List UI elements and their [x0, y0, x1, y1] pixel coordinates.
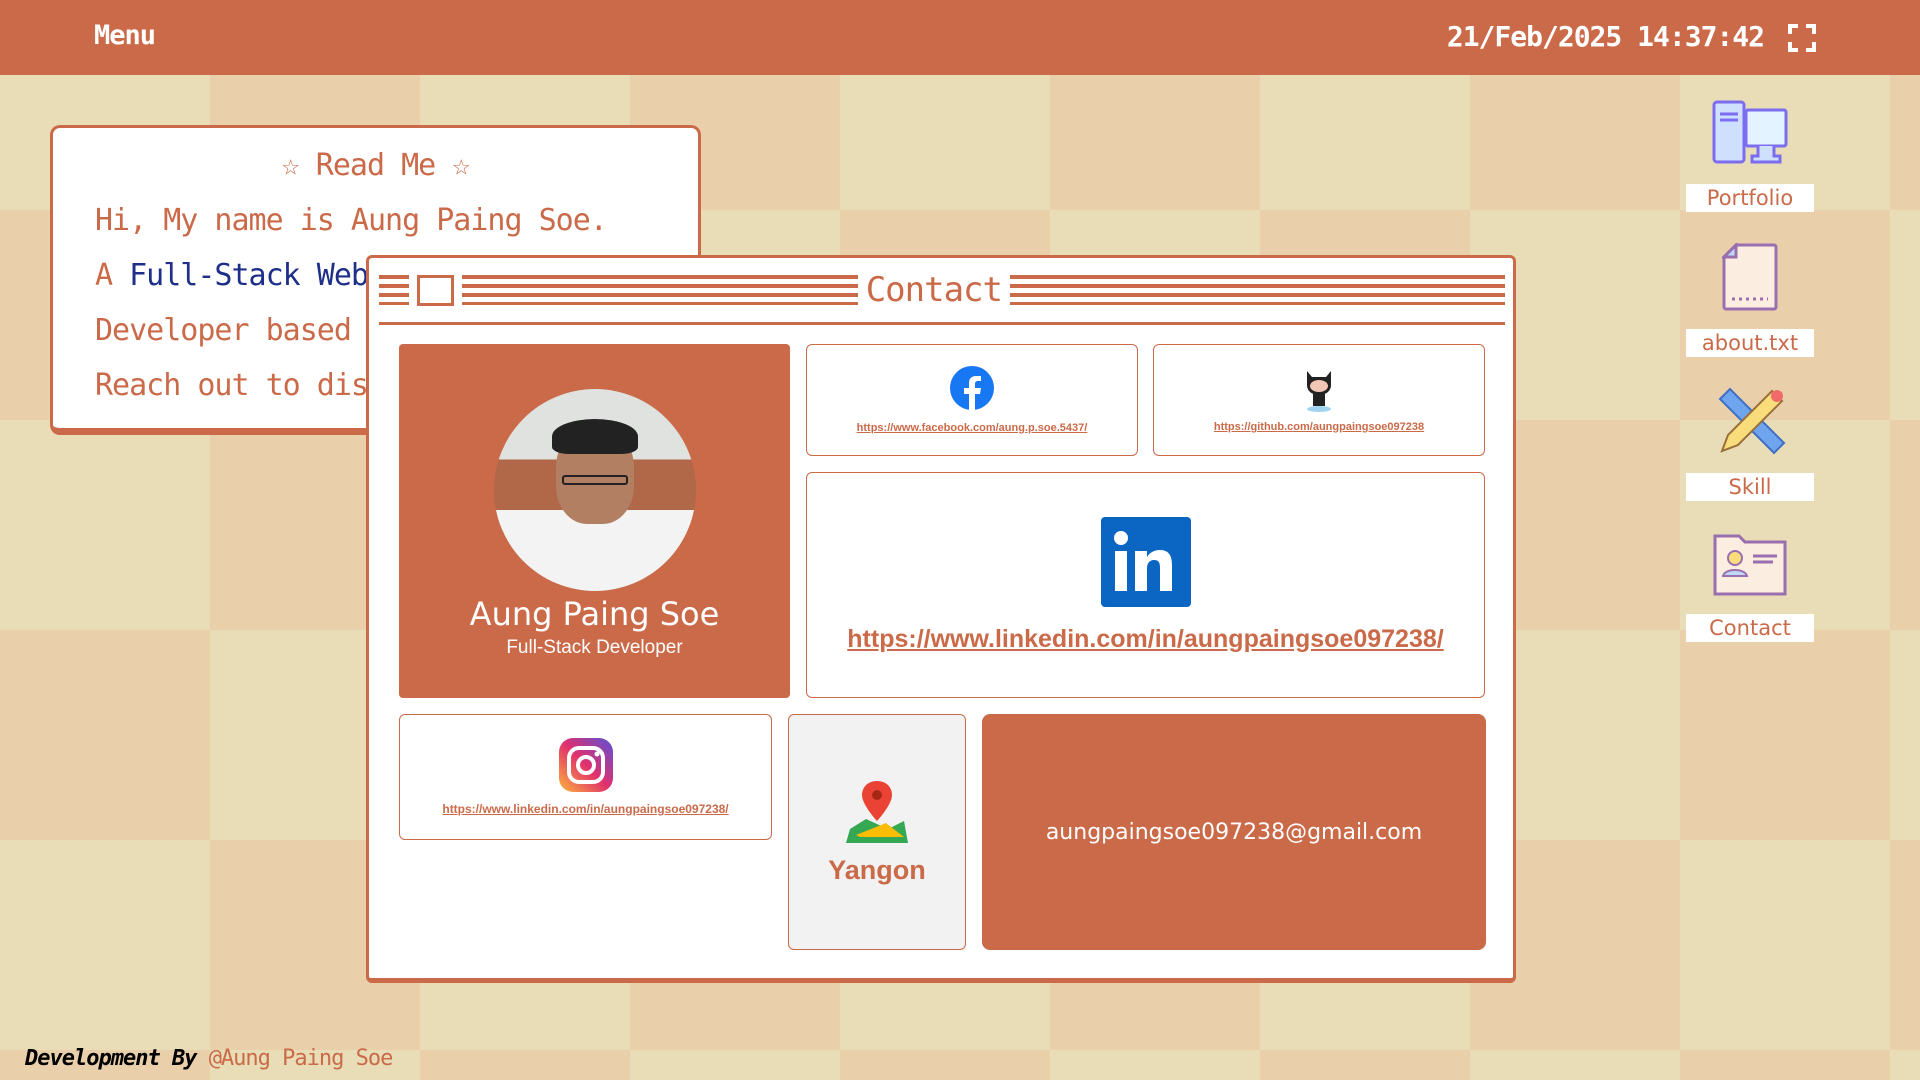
- github-octocat-icon: [1307, 371, 1331, 412]
- email-address[interactable]: aungpaingsoe097238@gmail.com: [1046, 820, 1422, 845]
- desktop-icon-label: Skill: [1686, 473, 1814, 501]
- instagram-card[interactable]: https://www.linkedin.com/in/aungpaingsoe…: [399, 714, 772, 840]
- desktop-icon-label: Portfolio: [1686, 184, 1814, 212]
- github-link[interactable]: https://github.com/aungpaingsoe097238: [1214, 421, 1424, 433]
- facebook-icon: [950, 366, 994, 410]
- email-card[interactable]: aungpaingsoe097238@gmail.com: [982, 714, 1486, 950]
- readme-line-prefix: A: [95, 258, 130, 293]
- profile-name: Aung Paing Soe: [469, 595, 720, 633]
- desktop-icon-label: about.txt: [1686, 329, 1814, 357]
- profile-card: Aung Paing Soe Full-Stack Developer: [399, 344, 790, 698]
- readme-title: ☆ Read Me ☆: [53, 148, 698, 183]
- maximize-button[interactable]: [417, 274, 454, 306]
- location-card[interactable]: Yangon: [788, 714, 966, 950]
- location-label: Yangon: [828, 854, 926, 885]
- linkedin-card[interactable]: https://www.linkedin.com/in/aungpaingsoe…: [806, 472, 1485, 698]
- ruler-pencil-icon: [1718, 387, 1786, 455]
- readme-title-text: Read Me: [315, 148, 436, 183]
- footer-author-link[interactable]: @Aung Paing Soe: [209, 1046, 394, 1071]
- profile-role: Full-Stack Developer: [506, 637, 683, 658]
- contact-card-icon: [1713, 534, 1787, 596]
- linkedin-link[interactable]: https://www.linkedin.com/in/aungpaingsoe…: [847, 625, 1443, 654]
- computer-icon: [1712, 100, 1788, 164]
- desktop-icon-skill[interactable]: Skill: [1686, 387, 1814, 501]
- footer-credit: Development By @Aung Paing Soe: [25, 1046, 394, 1071]
- instagram-icon: [558, 738, 613, 792]
- title-stripes: [1010, 275, 1505, 305]
- map-pin-icon: [846, 780, 908, 843]
- readme-highlight: Full-Stack Web: [129, 258, 369, 293]
- divider: [379, 322, 1505, 325]
- title-stripes: [462, 275, 858, 305]
- linkedin-icon: [1100, 516, 1191, 607]
- top-bar: Menu 21/Feb/2025 14:37:42: [0, 0, 1920, 75]
- desktop-icon-label: Contact: [1686, 614, 1814, 642]
- profile-photo: [493, 389, 696, 591]
- desktop-icon-about[interactable]: about.txt: [1686, 241, 1814, 357]
- menu-stripes-icon[interactable]: [379, 275, 409, 305]
- clock: 21/Feb/2025 14:37:42: [1446, 20, 1765, 53]
- text-file-icon: [1720, 241, 1778, 311]
- star-icon: ☆: [281, 148, 300, 183]
- facebook-card[interactable]: https://www.facebook.com/aung.p.soe.5437…: [806, 344, 1138, 456]
- title-bar[interactable]: Contact: [379, 270, 1505, 310]
- github-card[interactable]: https://github.com/aungpaingsoe097238: [1153, 344, 1485, 456]
- instagram-link[interactable]: https://www.linkedin.com/in/aungpaingsoe…: [442, 802, 728, 816]
- desktop-icon-contact[interactable]: Contact: [1686, 532, 1814, 642]
- window-title: Contact: [865, 270, 1003, 310]
- star-icon: ☆: [452, 148, 470, 183]
- facebook-link[interactable]: https://www.facebook.com/aung.p.soe.5437…: [857, 422, 1088, 434]
- readme-line: Hi, My name is Aung Paing Soe.: [95, 203, 608, 238]
- footer-prefix: Development By: [25, 1046, 197, 1071]
- fullscreen-icon[interactable]: [1788, 24, 1816, 52]
- desktop-icon-portfolio[interactable]: Portfolio: [1686, 100, 1814, 212]
- contact-window: Contact Aung Paing Soe Full-Stack Develo…: [366, 255, 1516, 983]
- menu-button[interactable]: Menu: [94, 20, 156, 51]
